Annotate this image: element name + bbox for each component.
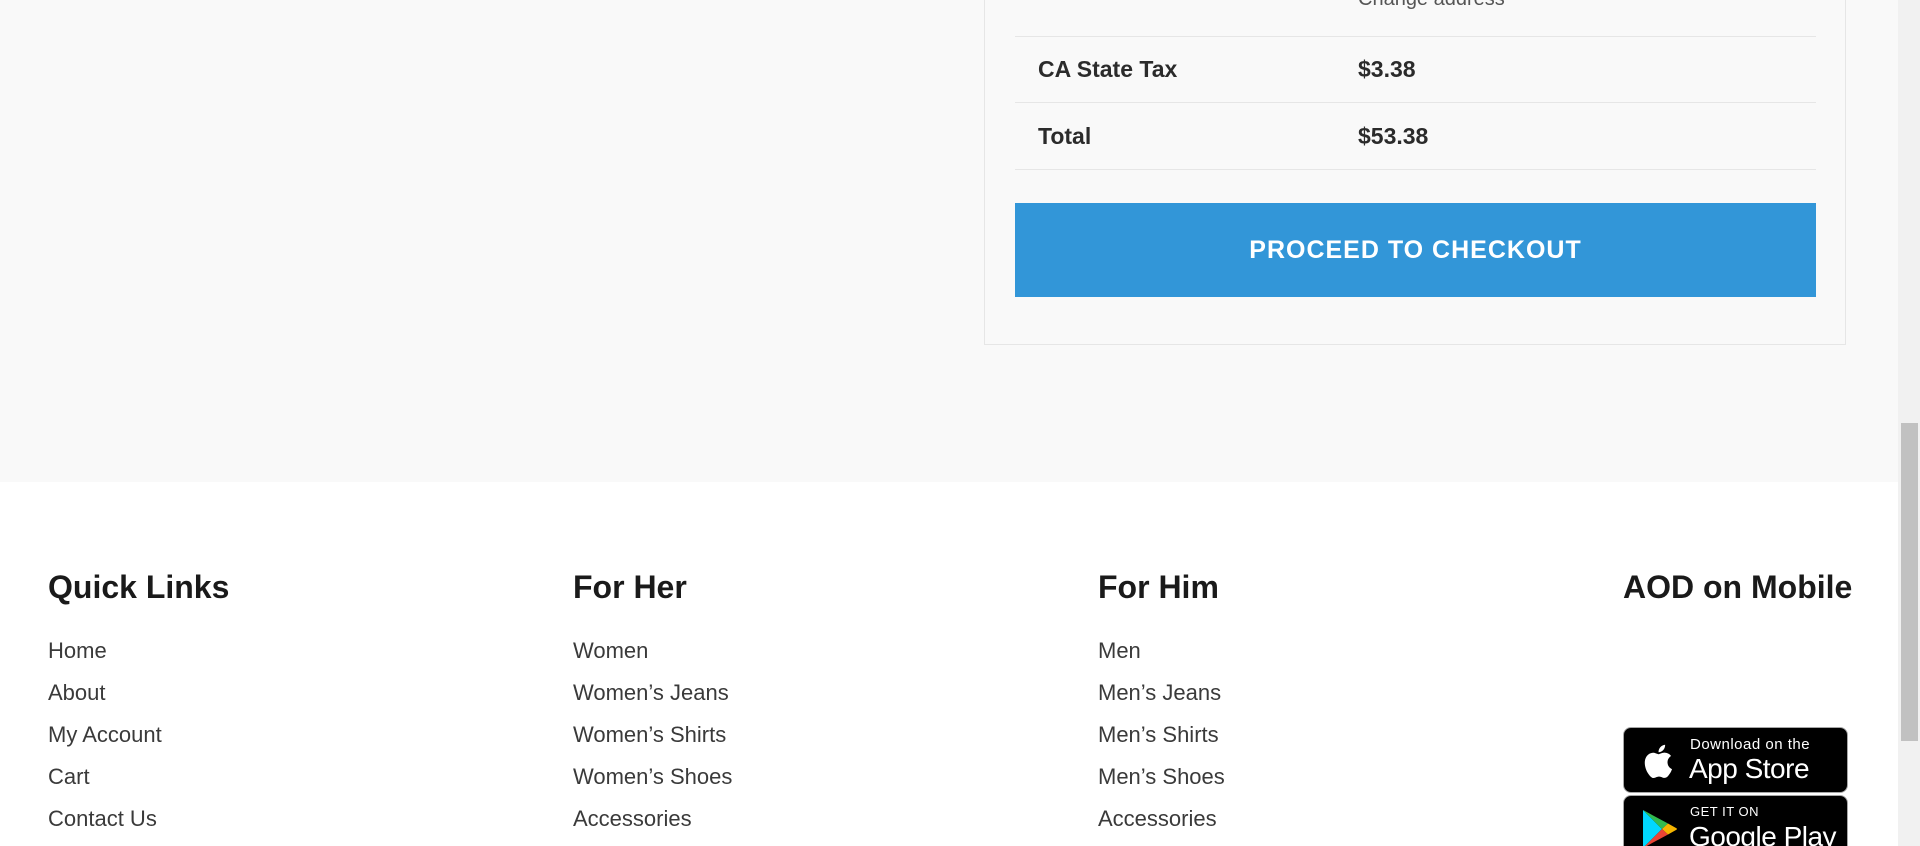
footer-link-womens-shoes[interactable]: Women’s Shoes bbox=[573, 756, 732, 798]
footer-link-men[interactable]: Men bbox=[1098, 630, 1225, 672]
tax-label: CA State Tax bbox=[1038, 56, 1178, 82]
footer-link-cart[interactable]: Cart bbox=[48, 756, 162, 798]
footer-link-womens-jeans[interactable]: Women’s Jeans bbox=[573, 672, 732, 714]
browser-viewport: Change address CA State Tax $3.38 Total … bbox=[0, 0, 1920, 846]
footer-link-my-account[interactable]: My Account bbox=[48, 714, 162, 756]
apple-icon bbox=[1644, 744, 1672, 779]
change-address-link[interactable]: Change address bbox=[1358, 0, 1505, 11]
footer-mobile: AOD on Mobile Download on the App Store bbox=[1623, 567, 1853, 846]
cart-totals-box: Change address CA State Tax $3.38 Total … bbox=[984, 0, 1846, 345]
shipping-row: Change address bbox=[1015, 0, 1816, 37]
app-store-big-text: App Store bbox=[1689, 753, 1810, 784]
footer-link-him-accessories[interactable]: Accessories bbox=[1098, 798, 1225, 840]
footer-link-womens-shirts[interactable]: Women’s Shirts bbox=[573, 714, 732, 756]
tax-row: CA State Tax $3.38 bbox=[1015, 37, 1816, 103]
google-play-big-text: Google Play bbox=[1689, 821, 1837, 846]
app-store-small-text: Download on the bbox=[1690, 736, 1811, 753]
scrollbar-thumb[interactable] bbox=[1901, 423, 1918, 741]
footer-link-women[interactable]: Women bbox=[573, 630, 732, 672]
total-label: Total bbox=[1038, 122, 1092, 149]
footer-link-list: Men Men’s Jeans Men’s Shirts Men’s Shoes… bbox=[1098, 630, 1225, 840]
footer-heading: For Her bbox=[573, 569, 687, 605]
footer-heading: AOD on Mobile bbox=[1623, 569, 1853, 605]
app-store-badge[interactable]: Download on the App Store bbox=[1623, 727, 1848, 793]
total-value: $53.38 bbox=[1358, 122, 1429, 149]
footer-for-him: For Him Men Men’s Jeans Men’s Shirts Men… bbox=[1098, 567, 1225, 831]
footer-link-about[interactable]: About bbox=[48, 672, 162, 714]
footer-link-home[interactable]: Home bbox=[48, 630, 162, 672]
google-play-icon bbox=[1643, 810, 1677, 846]
site-footer: Quick Links Home About My Account Cart C… bbox=[0, 482, 1898, 846]
footer-link-her-accessories[interactable]: Accessories bbox=[573, 798, 732, 840]
vertical-scrollbar[interactable] bbox=[1898, 0, 1920, 846]
page: Change address CA State Tax $3.38 Total … bbox=[0, 0, 1898, 846]
total-row: Total $53.38 bbox=[1015, 103, 1816, 170]
footer-for-her: For Her Women Women’s Jeans Women’s Shir… bbox=[573, 567, 732, 831]
cart-content-area: Change address CA State Tax $3.38 Total … bbox=[0, 0, 1898, 482]
google-play-small-text: GET IT ON bbox=[1690, 804, 1760, 819]
footer-quick-links: Quick Links Home About My Account Cart C… bbox=[48, 567, 230, 831]
footer-link-contact-us[interactable]: Contact Us bbox=[48, 798, 162, 840]
footer-link-mens-jeans[interactable]: Men’s Jeans bbox=[1098, 672, 1225, 714]
tax-value: $3.38 bbox=[1358, 56, 1416, 82]
footer-link-list: Women Women’s Jeans Women’s Shirts Women… bbox=[573, 630, 732, 840]
proceed-to-checkout-button[interactable]: PROCEED TO CHECKOUT bbox=[1015, 203, 1816, 297]
footer-link-mens-shirts[interactable]: Men’s Shirts bbox=[1098, 714, 1225, 756]
google-play-badge[interactable]: GET IT ON Google Play bbox=[1623, 795, 1848, 846]
footer-link-mens-shoes[interactable]: Men’s Shoes bbox=[1098, 756, 1225, 798]
footer-link-list: Home About My Account Cart Contact Us bbox=[48, 630, 162, 840]
footer-heading: Quick Links bbox=[48, 569, 230, 605]
footer-heading: For Him bbox=[1098, 569, 1219, 605]
